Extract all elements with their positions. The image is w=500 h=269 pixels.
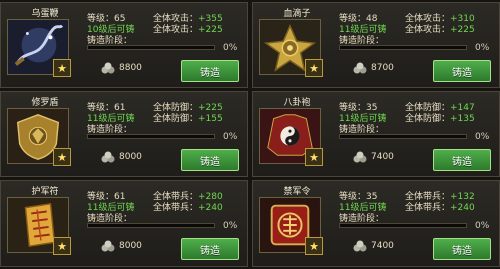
silver-coin-icon xyxy=(353,240,367,252)
forge-cost: 7400 xyxy=(371,241,394,251)
equipment-card: 修罗盾 ★ 等级：61 全体防御：+225 11级后可铸 全体防御：+155 铸… xyxy=(0,91,248,177)
equipment-card: 血滴子 ★ 等级：48 全体攻击：+310 11级后可铸 全体攻击：+225 铸… xyxy=(252,2,500,88)
stat2-value: +155 xyxy=(198,114,223,124)
silver-coin-icon xyxy=(353,62,367,74)
silver-coin-icon xyxy=(101,62,115,74)
star-icon: ★ xyxy=(53,148,71,166)
star-icon: ★ xyxy=(305,148,323,166)
forge-button[interactable]: 铸造 xyxy=(181,149,239,171)
silver-coin-icon xyxy=(101,151,115,163)
forge-cost: 8000 xyxy=(119,152,142,162)
stat2-label: 全体攻击： xyxy=(405,25,451,35)
stat2-label: 全体带兵： xyxy=(153,203,199,213)
equipment-name: 修罗盾 xyxy=(31,98,59,108)
forge-button[interactable]: 铸造 xyxy=(433,60,491,82)
silver-coin-icon xyxy=(101,240,115,252)
stat2-label: 全体带兵： xyxy=(405,203,451,213)
forge-cost: 8700 xyxy=(371,63,394,73)
stat2-value: +225 xyxy=(198,25,223,35)
forge-progress-bar xyxy=(339,134,467,139)
stat2-value: +225 xyxy=(450,25,475,35)
equipment-card: 八卦袍 ★ 等级：35 全体防御：+147 11级后可铸 全体防御：+135 铸… xyxy=(252,91,500,177)
forge-progress-bar xyxy=(339,45,467,50)
stat2-value: +135 xyxy=(450,114,475,124)
stat2-label: 全体防御： xyxy=(405,114,451,124)
equipment-name: 护军符 xyxy=(31,187,59,197)
forge-progress-bar xyxy=(87,134,215,139)
star-icon: ★ xyxy=(305,237,323,255)
equipment-card: 护军符 ★ 等级：61 全体带兵：+280 11级后可铸 全体带兵：+240 铸… xyxy=(0,180,248,267)
forge-button[interactable]: 铸造 xyxy=(181,60,239,82)
equipment-name: 乌蛋鞭 xyxy=(31,9,59,19)
stat2-label: 全体攻击： xyxy=(153,25,199,35)
forge-button[interactable]: 铸造 xyxy=(433,238,491,260)
equipment-name: 八卦袍 xyxy=(283,98,311,108)
forge-cost: 8800 xyxy=(119,63,142,73)
forge-button[interactable]: 铸造 xyxy=(181,238,239,260)
forge-cost: 8000 xyxy=(119,241,142,251)
stat2-value: +240 xyxy=(450,203,475,213)
equipment-name: 禁军令 xyxy=(283,187,311,197)
star-icon: ★ xyxy=(53,237,71,255)
forge-equipment-grid: 乌蛋鞭 ★ 等级：65 全体攻击：+355 10级后可铸 全体攻击：+225 铸… xyxy=(0,0,500,269)
forge-progress-bar xyxy=(339,223,467,228)
forge-progress-bar xyxy=(87,223,215,228)
equipment-name: 血滴子 xyxy=(283,9,311,19)
forge-cost: 7400 xyxy=(371,152,394,162)
equipment-card: 乌蛋鞭 ★ 等级：65 全体攻击：+355 10级后可铸 全体攻击：+225 铸… xyxy=(0,2,248,88)
stat2-label: 全体防御： xyxy=(153,114,199,124)
star-icon: ★ xyxy=(53,59,71,77)
equipment-card: 禁军令 ★ 等级：35 全体带兵：+132 11级后可铸 全体带兵：+240 铸… xyxy=(252,180,500,267)
forge-button[interactable]: 铸造 xyxy=(433,149,491,171)
silver-coin-icon xyxy=(353,151,367,163)
stat2-value: +240 xyxy=(198,203,223,213)
forge-progress-bar xyxy=(87,45,215,50)
star-icon: ★ xyxy=(305,59,323,77)
